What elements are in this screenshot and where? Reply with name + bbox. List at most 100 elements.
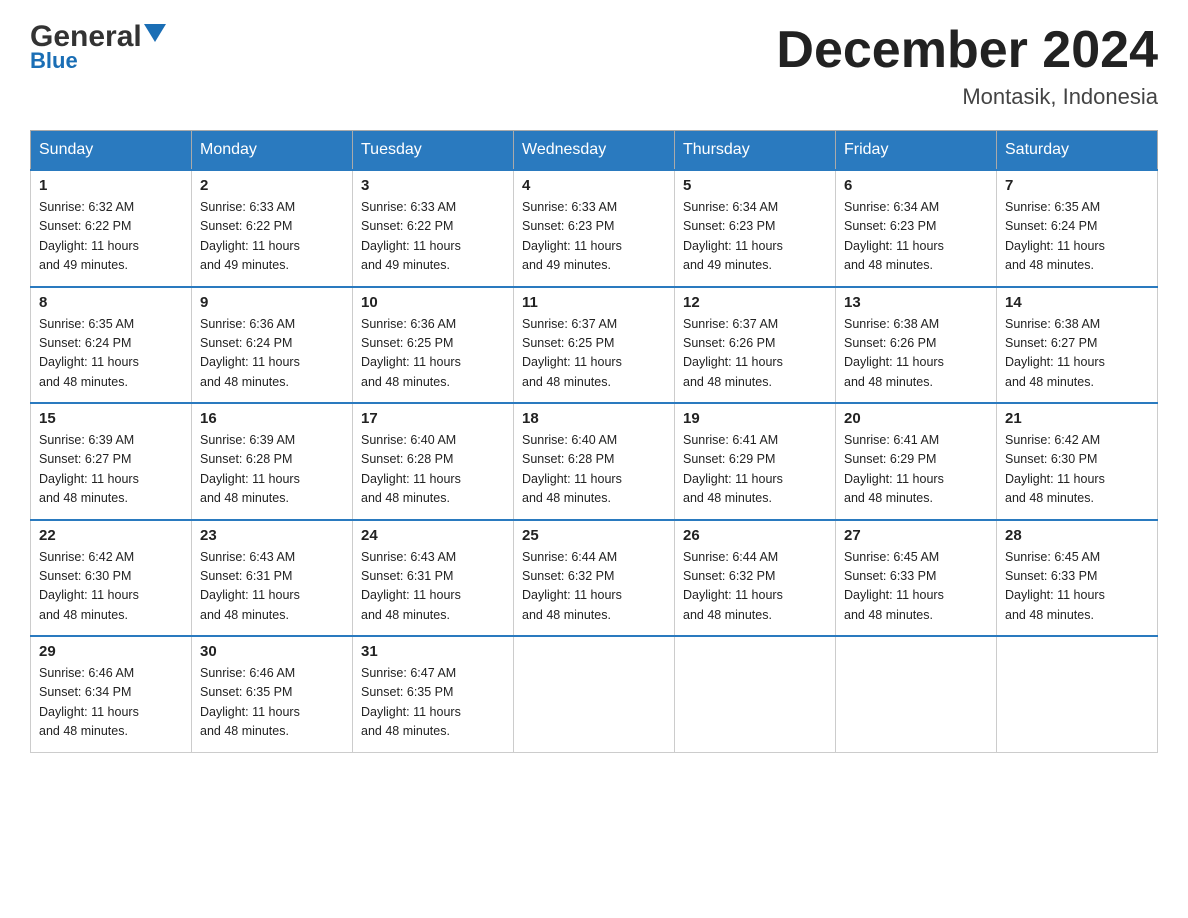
day-number: 11 (522, 294, 666, 311)
table-row: 12 Sunrise: 6:37 AMSunset: 6:26 PMDaylig… (675, 287, 836, 404)
day-number: 9 (200, 294, 344, 311)
table-row: 9 Sunrise: 6:36 AMSunset: 6:24 PMDayligh… (192, 287, 353, 404)
day-number: 27 (844, 527, 988, 544)
table-row: 22 Sunrise: 6:42 AMSunset: 6:30 PMDaylig… (31, 520, 192, 637)
col-friday: Friday (836, 131, 997, 171)
table-row: 5 Sunrise: 6:34 AMSunset: 6:23 PMDayligh… (675, 170, 836, 287)
table-row (997, 636, 1158, 752)
day-info: Sunrise: 6:40 AMSunset: 6:28 PMDaylight:… (361, 431, 505, 509)
calendar-header-row: Sunday Monday Tuesday Wednesday Thursday… (31, 131, 1158, 171)
day-info: Sunrise: 6:44 AMSunset: 6:32 PMDaylight:… (522, 548, 666, 626)
day-info: Sunrise: 6:46 AMSunset: 6:34 PMDaylight:… (39, 664, 183, 742)
table-row: 3 Sunrise: 6:33 AMSunset: 6:22 PMDayligh… (353, 170, 514, 287)
table-row: 18 Sunrise: 6:40 AMSunset: 6:28 PMDaylig… (514, 403, 675, 520)
day-info: Sunrise: 6:39 AMSunset: 6:28 PMDaylight:… (200, 431, 344, 509)
day-number: 13 (844, 294, 988, 311)
col-tuesday: Tuesday (353, 131, 514, 171)
day-info: Sunrise: 6:35 AMSunset: 6:24 PMDaylight:… (1005, 198, 1149, 276)
day-number: 4 (522, 177, 666, 194)
table-row: 24 Sunrise: 6:43 AMSunset: 6:31 PMDaylig… (353, 520, 514, 637)
day-info: Sunrise: 6:47 AMSunset: 6:35 PMDaylight:… (361, 664, 505, 742)
day-number: 3 (361, 177, 505, 194)
day-number: 5 (683, 177, 827, 194)
day-number: 20 (844, 410, 988, 427)
day-number: 10 (361, 294, 505, 311)
col-saturday: Saturday (997, 131, 1158, 171)
day-info: Sunrise: 6:34 AMSunset: 6:23 PMDaylight:… (683, 198, 827, 276)
day-number: 12 (683, 294, 827, 311)
calendar-week-row: 1 Sunrise: 6:32 AMSunset: 6:22 PMDayligh… (31, 170, 1158, 287)
day-number: 7 (1005, 177, 1149, 194)
day-info: Sunrise: 6:37 AMSunset: 6:26 PMDaylight:… (683, 315, 827, 393)
day-info: Sunrise: 6:45 AMSunset: 6:33 PMDaylight:… (1005, 548, 1149, 626)
day-number: 28 (1005, 527, 1149, 544)
table-row (514, 636, 675, 752)
day-info: Sunrise: 6:34 AMSunset: 6:23 PMDaylight:… (844, 198, 988, 276)
logo-blue: Blue (30, 48, 78, 74)
day-info: Sunrise: 6:46 AMSunset: 6:35 PMDaylight:… (200, 664, 344, 742)
table-row: 20 Sunrise: 6:41 AMSunset: 6:29 PMDaylig… (836, 403, 997, 520)
table-row: 27 Sunrise: 6:45 AMSunset: 6:33 PMDaylig… (836, 520, 997, 637)
day-info: Sunrise: 6:38 AMSunset: 6:26 PMDaylight:… (844, 315, 988, 393)
day-number: 25 (522, 527, 666, 544)
day-number: 15 (39, 410, 183, 427)
day-info: Sunrise: 6:43 AMSunset: 6:31 PMDaylight:… (200, 548, 344, 626)
day-info: Sunrise: 6:40 AMSunset: 6:28 PMDaylight:… (522, 431, 666, 509)
table-row: 7 Sunrise: 6:35 AMSunset: 6:24 PMDayligh… (997, 170, 1158, 287)
day-number: 24 (361, 527, 505, 544)
day-number: 6 (844, 177, 988, 194)
table-row: 19 Sunrise: 6:41 AMSunset: 6:29 PMDaylig… (675, 403, 836, 520)
table-row: 1 Sunrise: 6:32 AMSunset: 6:22 PMDayligh… (31, 170, 192, 287)
day-number: 17 (361, 410, 505, 427)
day-number: 16 (200, 410, 344, 427)
day-info: Sunrise: 6:38 AMSunset: 6:27 PMDaylight:… (1005, 315, 1149, 393)
day-info: Sunrise: 6:35 AMSunset: 6:24 PMDaylight:… (39, 315, 183, 393)
col-monday: Monday (192, 131, 353, 171)
table-row: 29 Sunrise: 6:46 AMSunset: 6:34 PMDaylig… (31, 636, 192, 752)
page-header: General Blue December 2024 Montasik, Ind… (30, 20, 1158, 110)
table-row: 11 Sunrise: 6:37 AMSunset: 6:25 PMDaylig… (514, 287, 675, 404)
calendar-table: Sunday Monday Tuesday Wednesday Thursday… (30, 130, 1158, 753)
logo-triangle-icon (144, 24, 166, 46)
calendar-week-row: 15 Sunrise: 6:39 AMSunset: 6:27 PMDaylig… (31, 403, 1158, 520)
day-info: Sunrise: 6:36 AMSunset: 6:24 PMDaylight:… (200, 315, 344, 393)
day-info: Sunrise: 6:45 AMSunset: 6:33 PMDaylight:… (844, 548, 988, 626)
table-row: 14 Sunrise: 6:38 AMSunset: 6:27 PMDaylig… (997, 287, 1158, 404)
day-info: Sunrise: 6:33 AMSunset: 6:23 PMDaylight:… (522, 198, 666, 276)
day-info: Sunrise: 6:32 AMSunset: 6:22 PMDaylight:… (39, 198, 183, 276)
table-row: 26 Sunrise: 6:44 AMSunset: 6:32 PMDaylig… (675, 520, 836, 637)
day-number: 1 (39, 177, 183, 194)
table-row: 8 Sunrise: 6:35 AMSunset: 6:24 PMDayligh… (31, 287, 192, 404)
day-number: 22 (39, 527, 183, 544)
day-number: 19 (683, 410, 827, 427)
table-row (836, 636, 997, 752)
table-row: 21 Sunrise: 6:42 AMSunset: 6:30 PMDaylig… (997, 403, 1158, 520)
logo: General Blue (30, 20, 166, 74)
day-number: 29 (39, 643, 183, 660)
location: Montasik, Indonesia (776, 84, 1158, 110)
col-sunday: Sunday (31, 131, 192, 171)
day-info: Sunrise: 6:42 AMSunset: 6:30 PMDaylight:… (39, 548, 183, 626)
day-info: Sunrise: 6:41 AMSunset: 6:29 PMDaylight:… (683, 431, 827, 509)
table-row (675, 636, 836, 752)
title-section: December 2024 Montasik, Indonesia (776, 20, 1158, 110)
table-row: 2 Sunrise: 6:33 AMSunset: 6:22 PMDayligh… (192, 170, 353, 287)
day-info: Sunrise: 6:39 AMSunset: 6:27 PMDaylight:… (39, 431, 183, 509)
table-row: 23 Sunrise: 6:43 AMSunset: 6:31 PMDaylig… (192, 520, 353, 637)
calendar-week-row: 8 Sunrise: 6:35 AMSunset: 6:24 PMDayligh… (31, 287, 1158, 404)
table-row: 10 Sunrise: 6:36 AMSunset: 6:25 PMDaylig… (353, 287, 514, 404)
table-row: 4 Sunrise: 6:33 AMSunset: 6:23 PMDayligh… (514, 170, 675, 287)
day-number: 26 (683, 527, 827, 544)
table-row: 13 Sunrise: 6:38 AMSunset: 6:26 PMDaylig… (836, 287, 997, 404)
day-info: Sunrise: 6:33 AMSunset: 6:22 PMDaylight:… (200, 198, 344, 276)
day-number: 14 (1005, 294, 1149, 311)
table-row: 17 Sunrise: 6:40 AMSunset: 6:28 PMDaylig… (353, 403, 514, 520)
table-row: 30 Sunrise: 6:46 AMSunset: 6:35 PMDaylig… (192, 636, 353, 752)
day-number: 30 (200, 643, 344, 660)
calendar-week-row: 22 Sunrise: 6:42 AMSunset: 6:30 PMDaylig… (31, 520, 1158, 637)
day-number: 31 (361, 643, 505, 660)
day-info: Sunrise: 6:41 AMSunset: 6:29 PMDaylight:… (844, 431, 988, 509)
day-number: 8 (39, 294, 183, 311)
day-info: Sunrise: 6:36 AMSunset: 6:25 PMDaylight:… (361, 315, 505, 393)
day-info: Sunrise: 6:42 AMSunset: 6:30 PMDaylight:… (1005, 431, 1149, 509)
